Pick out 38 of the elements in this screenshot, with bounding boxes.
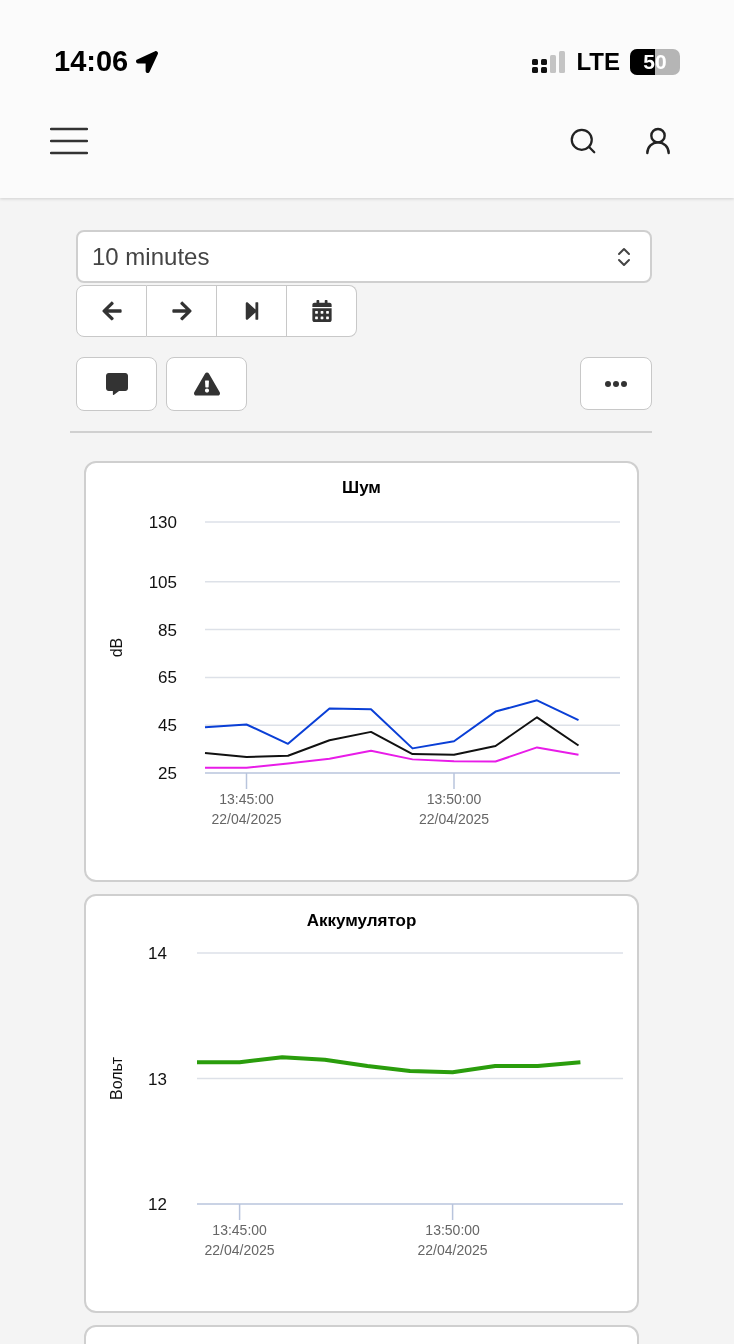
battery-indicator: 50 <box>630 48 680 75</box>
comment-button[interactable] <box>76 357 157 411</box>
axis-tick-label: 13:45:00 22/04/2025 <box>211 791 282 827</box>
back-button[interactable] <box>76 285 147 337</box>
arrow-left-icon <box>100 300 123 322</box>
warning-icon <box>193 371 220 397</box>
axis-tick-label: 13:50:00 22/04/2025 <box>418 791 490 827</box>
signal-icon <box>532 50 567 73</box>
network-label: LTE <box>576 46 620 77</box>
arrow-right-icon <box>170 300 193 322</box>
period-select[interactable]: 10 minutes <box>76 230 652 283</box>
axis-tick-label: 12 <box>148 1195 167 1214</box>
calendar-button[interactable] <box>287 285 357 337</box>
axis-title: dB <box>108 637 125 658</box>
ellipsis-icon <box>605 380 627 387</box>
axis-tick-label: 130 <box>148 513 177 532</box>
speech-bubble-icon <box>105 373 128 395</box>
chart-title: Шум <box>342 477 381 499</box>
axis-tick-label: 85 <box>158 620 177 640</box>
warning-button[interactable] <box>166 357 247 411</box>
skip-to-end-button[interactable] <box>217 285 287 337</box>
location-icon <box>136 50 159 73</box>
more-button[interactable] <box>580 357 652 410</box>
axis-tick-label: 13 <box>148 1069 167 1089</box>
chart-title: Аккумулятор <box>306 910 417 932</box>
forward-button[interactable] <box>147 285 217 337</box>
menu-icon[interactable] <box>50 127 88 155</box>
axis-tick-label: 65 <box>158 668 177 688</box>
axis-title: Вольт <box>108 1057 125 1100</box>
search-icon[interactable] <box>568 126 598 156</box>
axis-tick-label: 25 <box>158 764 177 783</box>
axis-tick-label: 13:45:00 22/04/2025 <box>204 1222 275 1258</box>
axis-tick-label: 45 <box>158 716 177 736</box>
axis-tick-label: 14 <box>148 944 167 963</box>
axis-tick-label: 13:50:00 22/04/2025 <box>417 1222 488 1258</box>
calendar-icon <box>310 300 333 322</box>
status-time: 14:06 <box>54 43 129 79</box>
axis-tick-label: 105 <box>148 572 177 592</box>
